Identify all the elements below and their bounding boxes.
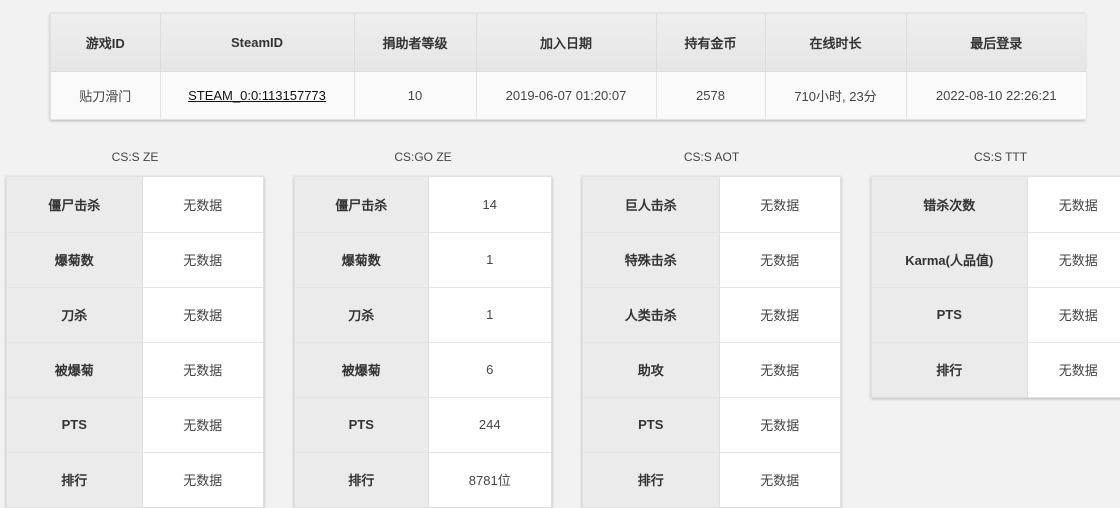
stat-label: 刀杀: [295, 287, 429, 343]
stat-row: PTS 无数据: [583, 397, 840, 453]
profile-value-row: 贴刀滑门 STEAM_0:0:113157773 10 2019-06-07 0…: [51, 71, 1086, 119]
stats-table-css-aot: 巨人击杀 无数据 特殊击杀 无数据 人类击杀 无数据 助攻 无数据 PTS 无数据 排行无…: [582, 176, 841, 508]
stat-value: 无数据: [719, 452, 840, 507]
stat-label: 特殊击杀: [583, 232, 720, 288]
stat-value: 无数据: [719, 287, 840, 343]
stat-row: 人类击杀 无数据: [583, 287, 840, 343]
stat-row: 爆菊数 1: [295, 232, 551, 288]
stat-label: PTS: [872, 287, 1028, 343]
stat-label: PTS: [7, 397, 143, 453]
stat-row: 刀杀 无数据: [7, 287, 263, 343]
stat-label: 排行: [872, 342, 1028, 397]
stat-label: 被爆菊: [295, 342, 429, 398]
coins-value: 2578: [656, 71, 766, 119]
stats-table-css-ttt: 错杀次数 无数据 Karma(人品值) 无数据 PTS 无数据 排行 无数据: [871, 176, 1120, 398]
stat-row: 排行 无数据: [872, 342, 1120, 397]
header-steam-id: SteamID: [160, 14, 355, 72]
stat-value: 1: [428, 232, 551, 288]
stat-row: 特殊击杀 无数据: [583, 232, 840, 288]
stat-value: 244: [428, 397, 551, 453]
stat-row: 助攻 无数据: [583, 342, 840, 398]
stat-value: 无数据: [719, 397, 840, 453]
stat-value: 无数据: [1027, 287, 1120, 343]
section-title-csgo-ze: CS:GO ZE: [394, 150, 452, 164]
stat-label: 刀杀: [7, 287, 143, 343]
stat-value: 无数据: [142, 177, 263, 233]
stat-value: 1: [428, 287, 551, 343]
stat-label: 助攻: [583, 342, 720, 398]
stat-label: 错杀次数: [872, 177, 1028, 233]
last-login-value: 2022-08-10 22:26:21: [906, 71, 1086, 119]
stat-label: 巨人击杀: [583, 177, 720, 233]
stat-row: PTS 无数据: [872, 287, 1120, 343]
stat-value: 无数据: [1027, 232, 1120, 288]
stat-row: 被爆菊 无数据: [7, 342, 263, 398]
stat-value: 无数据: [719, 177, 840, 233]
stat-row: 排行 无数据: [7, 452, 263, 507]
online-time-value: 710小时, 23分: [765, 71, 907, 119]
stat-label: 排行: [583, 452, 720, 507]
stat-value: 无数据: [1027, 342, 1120, 397]
stat-row: PTS 无数据: [7, 397, 263, 453]
stat-value: 无数据: [142, 452, 263, 507]
stat-label: Karma(人品值): [872, 232, 1028, 288]
stat-value: 无数据: [142, 397, 263, 453]
stat-label: 人类击杀: [583, 287, 720, 343]
stat-row: 刀杀 1: [295, 287, 551, 343]
stat-row: 巨人击杀 无数据: [583, 177, 840, 233]
stat-label: 被爆菊: [7, 342, 143, 398]
stats-table-csgo-ze: 僵尸击杀 14 爆菊数 1 刀杀 1 被爆菊 6 PTS 244 排行 8781位: [294, 176, 552, 508]
stat-row: Karma(人品值) 无数据: [872, 232, 1120, 288]
header-last-login: 最后登录: [906, 14, 1086, 72]
stat-value: 无数据: [142, 342, 263, 398]
stat-value: 8781位: [428, 452, 551, 507]
stat-value: 无数据: [719, 342, 840, 398]
join-date-value: 2019-06-07 01:20:07: [476, 71, 657, 119]
stat-value: 无数据: [1027, 177, 1120, 233]
stat-row: 排行 8781位: [295, 452, 551, 507]
stat-value: 无数据: [719, 232, 840, 288]
section-title-css-ze: CS:S ZE: [111, 150, 159, 164]
stat-value: 6: [428, 342, 551, 398]
player-profile-table: 游戏ID SteamID 捐助者等级 加入日期 持有金币 在线时长 最后登录 贴…: [50, 13, 1086, 120]
header-donor-level: 捐助者等级: [354, 14, 477, 72]
stat-label: 僵尸击杀: [295, 177, 429, 233]
header-game-id: 游戏ID: [51, 14, 161, 72]
stats-table-css-ze: 僵尸击杀 无数据 爆菊数 无数据 刀杀 无数据 被爆菊 无数据 PTS 无数据 排行 无数据: [6, 176, 264, 508]
stat-row: 僵尸击杀 无数据: [7, 177, 263, 233]
stat-row: 爆菊数 无数据: [7, 232, 263, 288]
steam-id-link[interactable]: STEAM_0:0:113157773: [188, 88, 326, 103]
stat-row: PTS 244: [295, 397, 551, 453]
stat-label: 僵尸击杀: [7, 177, 143, 233]
header-join-date: 加入日期: [476, 14, 657, 72]
donor-level-value: 10: [354, 71, 477, 119]
stat-value: 无数据: [142, 287, 263, 343]
stat-row: 被爆菊 6: [295, 342, 551, 398]
stat-label: PTS: [295, 397, 429, 453]
stat-row: 排行 无数据: [583, 452, 840, 507]
profile-header-row: 游戏ID SteamID 捐助者等级 加入日期 持有金币 在线时长 最后登录: [51, 14, 1086, 72]
stat-value: 14: [428, 177, 551, 233]
header-online-time: 在线时长: [765, 14, 907, 72]
section-title-css-ttt: CS:S TTT: [973, 150, 1028, 164]
stat-row: 僵尸击杀 14: [295, 177, 551, 233]
game-id-value: 贴刀滑门: [51, 71, 161, 119]
stat-label: 爆菊数: [295, 232, 429, 288]
stat-label: 排行: [7, 452, 143, 507]
stat-label: PTS: [583, 397, 720, 453]
stat-label: 排行: [295, 452, 429, 507]
stat-label: 爆菊数: [7, 232, 143, 288]
stat-value: 无数据: [142, 232, 263, 288]
stat-row: 错杀次数 无数据: [872, 177, 1120, 233]
header-coins: 持有金币: [656, 14, 766, 72]
steam-id-cell: STEAM_0:0:113157773: [160, 71, 355, 119]
section-title-css-aot: CS:S AOT: [683, 150, 740, 164]
